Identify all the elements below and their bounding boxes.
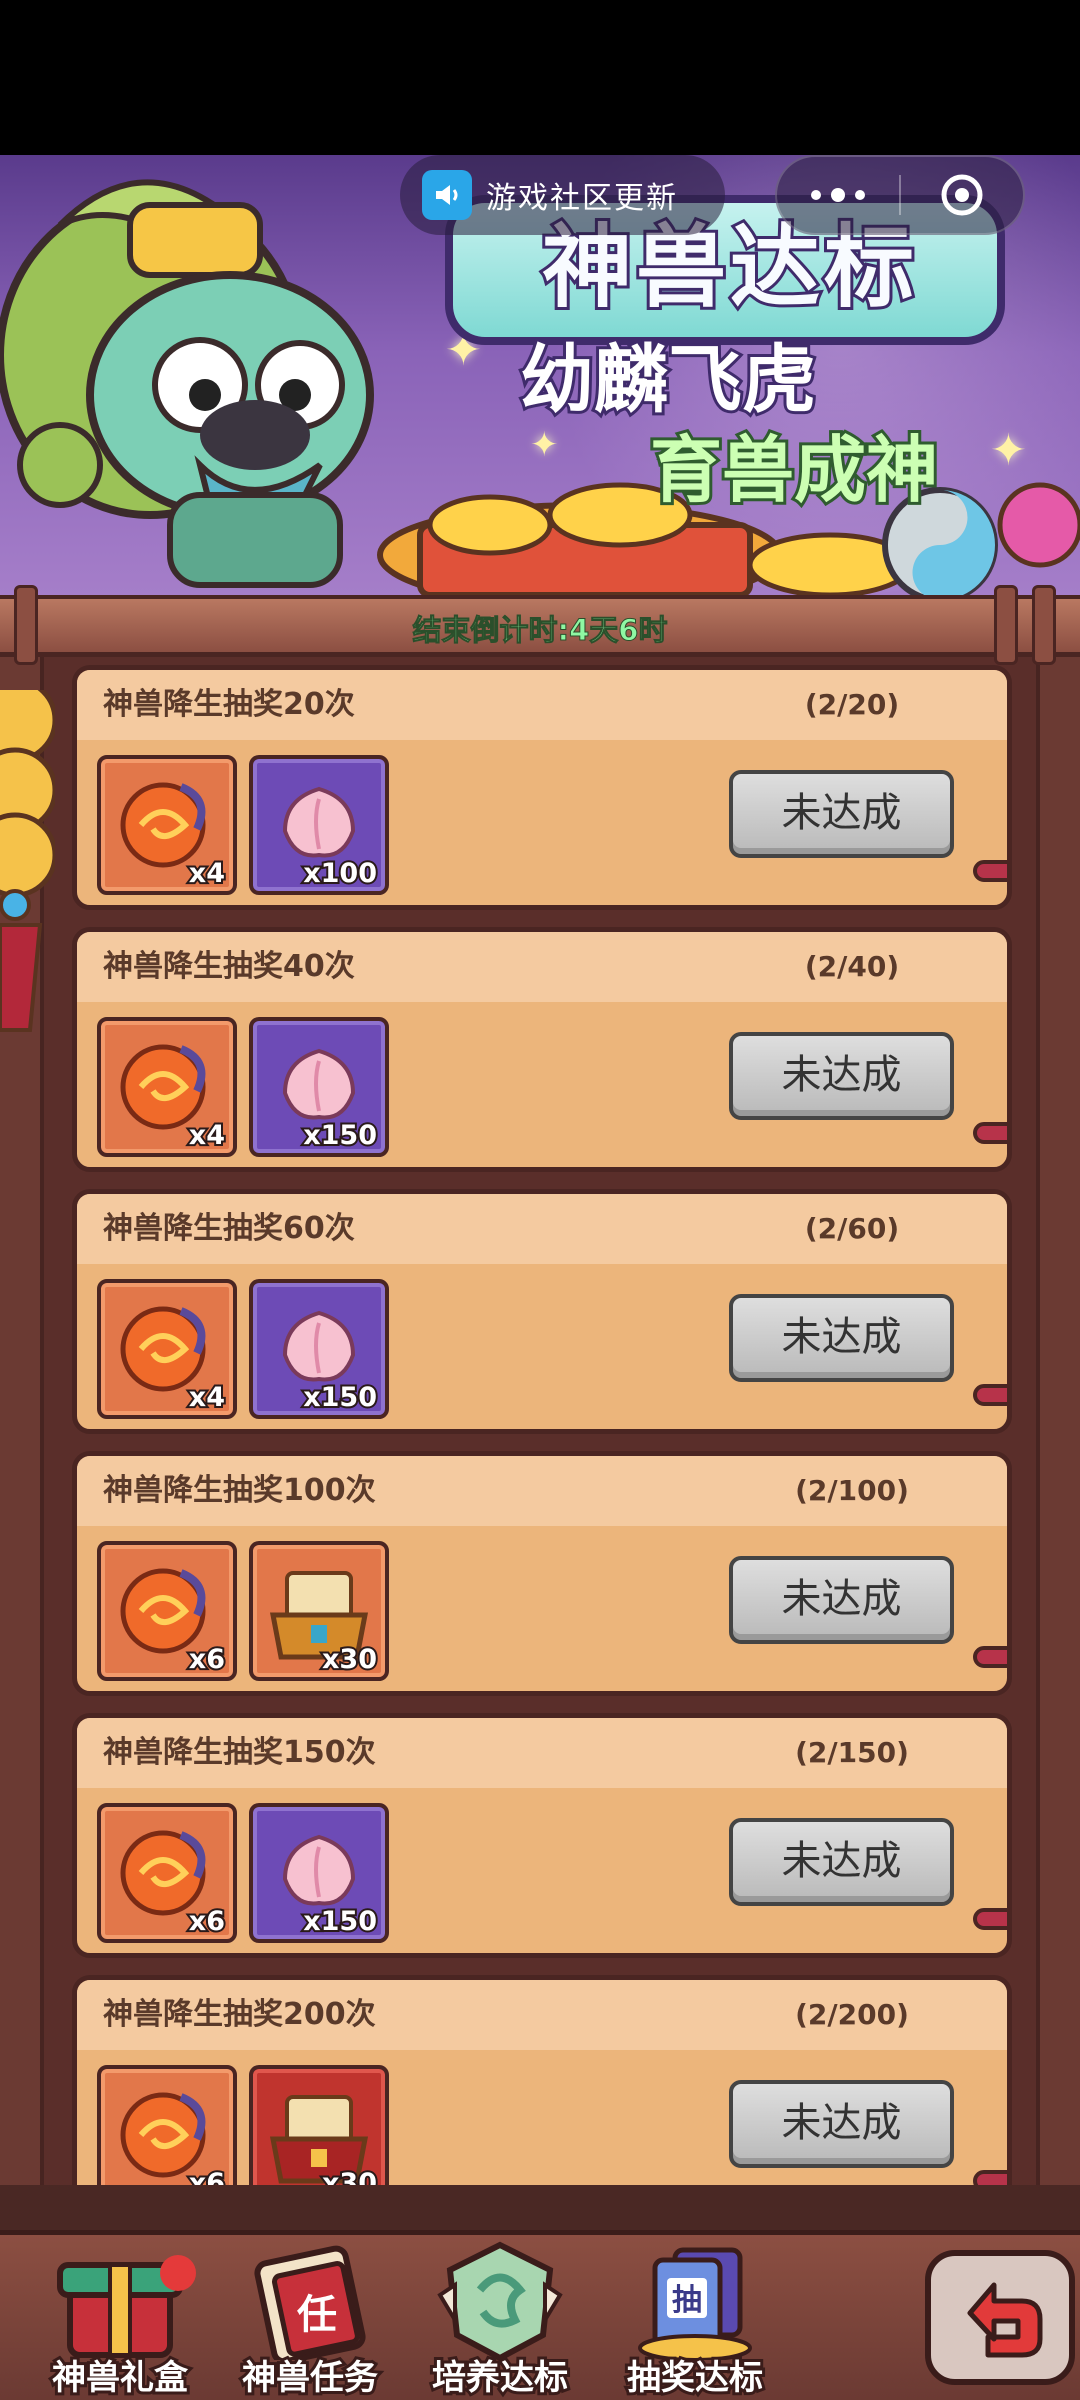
reward-chest[interactable]: x30 [249, 2065, 389, 2185]
reward-peach[interactable]: x100 [249, 755, 389, 895]
event-subtitle-1: 幼麟飞虎 [517, 334, 819, 426]
nav-label: 神兽任务 [239, 2355, 381, 2400]
countdown-rail: 结束倒计时:4天6时 [0, 595, 1080, 657]
reward-fire-orb[interactable]: x6 [97, 2065, 237, 2185]
task-scroll-icon: 任 [254, 2245, 366, 2360]
nav-label: 培养达标 [429, 2355, 571, 2400]
rail-post [994, 585, 1018, 665]
task-title: 神兽降生抽奖200次 [103, 1997, 376, 2032]
not-achieved-button[interactable]: 未达成 [729, 2080, 954, 2168]
task-title: 神兽降生抽奖40次 [103, 949, 355, 984]
not-achieved-button[interactable]: 未达成 [729, 1032, 954, 1120]
reward-qty: x4 [187, 1380, 227, 1415]
reward-peach[interactable]: x150 [249, 1017, 389, 1157]
reward-fire-orb[interactable]: x4 [97, 755, 237, 895]
community-update-label: 游戏社区更新 [486, 181, 678, 216]
reward-fire-orb[interactable]: x6 [97, 1803, 237, 1943]
reward-qty: x150 [301, 1118, 379, 1153]
card-tab-knob [973, 1122, 1007, 1144]
event-subtitle-2: 育兽成神 [647, 425, 941, 515]
draw-cards-icon: 抽 [638, 2247, 752, 2360]
reward-fire-orb[interactable]: x4 [97, 1279, 237, 1419]
card-tab-knob [973, 1908, 1007, 1930]
task-card: 神兽降生抽奖40次 (2/40) x4 x150 未达成 [72, 927, 1012, 1172]
notification-badge [160, 2255, 196, 2291]
more-dots-icon[interactable] [777, 157, 899, 233]
hanging-coins-decoration [0, 690, 55, 1032]
speaker-icon [422, 170, 472, 220]
svg-text:抽: 抽 [672, 2283, 702, 2318]
nav-label: 抽奖达标 [624, 2355, 766, 2400]
not-achieved-button[interactable]: 未达成 [729, 1818, 954, 1906]
dragon-shield-icon [437, 2241, 563, 2360]
reward-qty: x150 [301, 1380, 379, 1415]
qilin-mascot-illustration [0, 179, 374, 588]
reward-qty: x150 [301, 1904, 379, 1939]
task-progress: (2/60) [804, 1212, 900, 1245]
rail-post [14, 585, 38, 665]
reward-qty: x6 [187, 2166, 227, 2185]
task-card: 神兽降生抽奖60次 (2/60) x4 x150 未达成 [72, 1189, 1012, 1434]
return-arrow-icon [967, 2282, 1043, 2357]
task-title: 神兽降生抽奖60次 [103, 1211, 355, 1246]
reward-qty: x100 [301, 856, 379, 891]
community-update-pill[interactable]: 游戏社区更新 [400, 155, 725, 235]
task-title: 神兽降生抽奖20次 [103, 687, 355, 722]
task-progress: (2/100) [795, 1474, 909, 1507]
task-title: 神兽降生抽奖150次 [103, 1735, 376, 1770]
task-card: 神兽降生抽奖100次 (2/100) x6 x30 未达成 [72, 1451, 1012, 1696]
back-button[interactable] [925, 2250, 1075, 2385]
reward-chest[interactable]: x30 [249, 1541, 389, 1681]
task-card: 神兽降生抽奖150次 (2/150) x6 x150 未达成 [72, 1713, 1012, 1958]
task-card: 神兽降生抽奖20次 (2/20) x4 x100 未达成 [72, 665, 1012, 910]
countdown-text: 结束倒计时:4天6时 [412, 613, 668, 648]
card-tab-knob [973, 1646, 1007, 1668]
task-progress: (2/200) [795, 1998, 909, 2031]
reward-qty: x4 [187, 1118, 227, 1153]
target-close-icon[interactable] [901, 157, 1023, 233]
reward-qty: x4 [187, 856, 227, 891]
task-progress: (2/40) [804, 950, 900, 983]
reward-peach[interactable]: x150 [249, 1279, 389, 1419]
not-achieved-button[interactable]: 未达成 [729, 1294, 954, 1382]
nav-task[interactable]: 任 神兽任务 [215, 2240, 405, 2400]
rail-post [1032, 585, 1056, 665]
card-tab-knob [973, 860, 1007, 882]
gift-box-icon [57, 2262, 183, 2358]
reward-fire-orb[interactable]: x6 [97, 1541, 237, 1681]
task-progress: (2/20) [804, 688, 900, 721]
not-achieved-button[interactable]: 未达成 [729, 770, 954, 858]
svg-text:任: 任 [297, 2292, 337, 2338]
reward-qty: x30 [320, 2166, 379, 2185]
mini-program-capsule [775, 155, 1025, 235]
task-progress: (2/150) [795, 1736, 909, 1769]
nav-training[interactable]: 培养达标 [405, 2240, 595, 2400]
task-card: 神兽降生抽奖200次 (2/200) x6 x30 未达成 [72, 1975, 1012, 2185]
task-title: 神兽降生抽奖100次 [103, 1473, 376, 1508]
reward-qty: x30 [320, 1642, 379, 1677]
reward-peach[interactable]: x150 [249, 1803, 389, 1943]
task-list: 神兽降生抽奖20次 (2/20) x4 x100 未达成 神兽降生抽奖40次 (… [72, 665, 1012, 2185]
not-achieved-button[interactable]: 未达成 [729, 1556, 954, 1644]
reward-qty: x6 [187, 1642, 227, 1677]
reward-qty: x6 [187, 1904, 227, 1939]
nav-draw[interactable]: 抽 抽奖达标 [600, 2240, 790, 2400]
card-tab-knob [973, 1384, 1007, 1406]
nav-label: 神兽礼盒 [49, 2355, 191, 2400]
card-tab-knob [973, 2170, 1007, 2185]
status-bar [0, 0, 1080, 155]
reward-fire-orb[interactable]: x4 [97, 1017, 237, 1157]
